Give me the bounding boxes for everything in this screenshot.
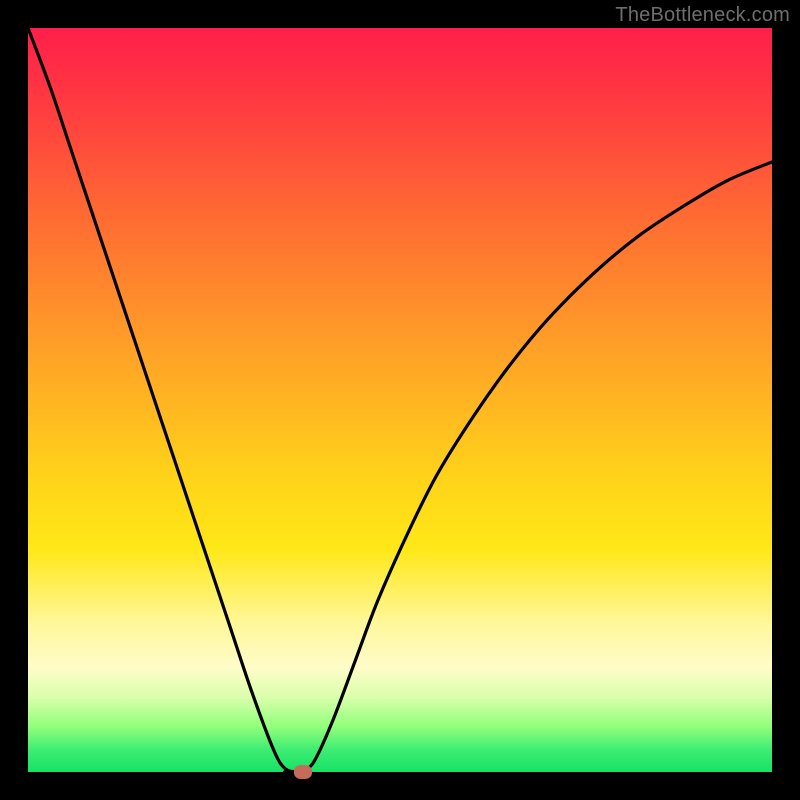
- watermark-text: TheBottleneck.com: [615, 4, 790, 27]
- plot-area: [28, 28, 772, 772]
- curve-svg: [28, 28, 772, 772]
- curve-right: [303, 162, 772, 772]
- minimum-marker: [294, 765, 312, 779]
- curve-left: [28, 28, 303, 772]
- chart-frame: TheBottleneck.com: [0, 0, 800, 800]
